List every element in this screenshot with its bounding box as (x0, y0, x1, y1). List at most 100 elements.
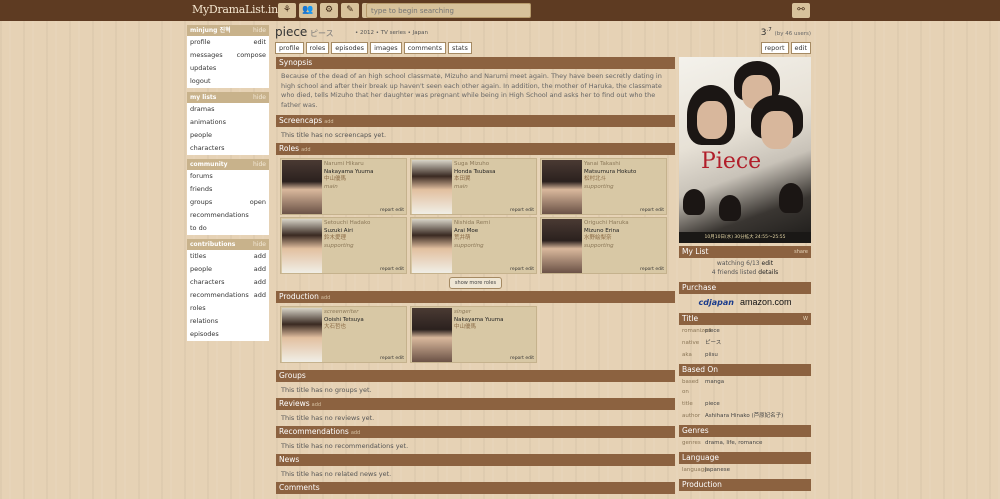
link-icon[interactable]: ⚯ (792, 3, 810, 18)
tab-episodes[interactable]: episodes (331, 42, 369, 54)
sidebar-item-animations[interactable]: animations (187, 116, 269, 129)
tab-roles[interactable]: roles (305, 42, 330, 54)
site-logo[interactable]: MyDramaList.info (192, 3, 288, 16)
tab-comments[interactable]: comments (403, 42, 446, 54)
report-edit-links[interactable]: report edit (640, 267, 664, 272)
sidebar-item-label[interactable]: people (190, 263, 212, 276)
person-photo[interactable] (412, 308, 452, 362)
sidebar-item-updates[interactable]: updates (187, 62, 269, 75)
people-icon[interactable]: 👥 (299, 3, 317, 18)
sidebar-item-label[interactable]: logout (190, 75, 211, 88)
add-link[interactable]: add (254, 289, 266, 302)
actor-name[interactable]: Suzuki Airi (324, 228, 370, 236)
add-review-link[interactable]: add (312, 402, 321, 408)
actor-photo[interactable] (542, 160, 582, 214)
character-name[interactable]: Origuchi Haruka (584, 220, 629, 228)
sidebar-item-characters[interactable]: characters (187, 142, 269, 155)
sidebar-item-todo[interactable]: to do (187, 222, 269, 235)
sidebar-item-groups[interactable]: groups open (187, 196, 269, 209)
watching-edit-link[interactable]: edit (762, 260, 774, 267)
sidebar-item-label[interactable]: recommendations (190, 289, 249, 302)
actor-photo[interactable] (282, 219, 322, 273)
sidebar-item-dramas[interactable]: dramas (187, 103, 269, 116)
tab-images[interactable]: images (370, 42, 402, 54)
sidebar-item-label[interactable]: episodes (190, 328, 219, 341)
report-edit-links[interactable]: report edit (380, 267, 404, 272)
character-name[interactable]: Yanai Takashi (584, 161, 636, 169)
actor-name[interactable]: Nakayama Yuuma (324, 169, 373, 177)
sidebar-item-label[interactable]: groups (190, 196, 212, 209)
report-edit-links[interactable]: report edit (380, 356, 404, 361)
report-edit-links[interactable]: report edit (510, 267, 534, 272)
report-button[interactable]: report (760, 42, 789, 54)
character-name[interactable]: Narumi Hikaru (324, 161, 373, 169)
actor-name[interactable]: Matsumura Hokuto (584, 169, 636, 177)
hide-toggle[interactable]: hide (253, 92, 266, 103)
edit-icon[interactable]: ✎ (341, 3, 359, 18)
sidebar-item-label[interactable]: recommendations (190, 209, 249, 222)
sidebar-item-label[interactable]: profile (190, 36, 211, 49)
edit-button[interactable]: edit (790, 42, 811, 54)
sidebar-item-label[interactable]: titles (190, 250, 206, 263)
tab-profile[interactable]: profile (275, 42, 304, 54)
titles-icon[interactable]: ⚘ (278, 3, 296, 18)
actor-photo[interactable] (412, 160, 452, 214)
amazon-logo[interactable]: amazon.com (740, 297, 792, 307)
sidebar-item-titles[interactable]: titles add (187, 250, 269, 263)
search-input[interactable] (366, 3, 531, 18)
sidebar-item-label[interactable]: relations (190, 315, 218, 328)
sidebar-item-people[interactable]: people (187, 129, 269, 142)
character-name[interactable]: Setouchi Hadako (324, 220, 370, 228)
sidebar-item-label[interactable]: animations (190, 116, 226, 129)
actor-name[interactable]: Arai Moe (454, 228, 490, 236)
sidebar-item-forums[interactable]: forums (187, 170, 269, 183)
hide-toggle[interactable]: hide (253, 159, 266, 170)
add-link[interactable]: add (254, 276, 266, 289)
actor-photo[interactable] (282, 160, 322, 214)
sidebar-item-label[interactable]: to do (190, 222, 207, 235)
friends-details-link[interactable]: details (758, 269, 778, 276)
sidebar-item-roles[interactable]: roles (187, 302, 269, 315)
sidebar-item-label[interactable]: forums (190, 170, 213, 183)
sidebar-item-label[interactable]: friends (190, 183, 212, 196)
actor-name[interactable]: Mizuno Erina (584, 228, 629, 236)
show-more-roles-button[interactable]: show more roles (448, 277, 503, 289)
add-link[interactable]: add (254, 250, 266, 263)
wikipedia-icon[interactable]: W (803, 313, 808, 325)
report-edit-links[interactable]: report edit (380, 208, 404, 213)
tab-stats[interactable]: stats (447, 42, 472, 54)
poster-image[interactable]: Piece 10月10日(水) 30分拡大 24:55〜25:55 (679, 57, 811, 243)
profile-edit-link[interactable]: edit (254, 36, 266, 49)
person-name[interactable]: Ooishi Tetsuya (324, 317, 364, 325)
sidebar-item-label[interactable]: updates (190, 62, 216, 75)
info-value[interactable]: drama, life, romance (705, 438, 762, 448)
sidebar-item-label[interactable]: dramas (190, 103, 214, 116)
actor-photo[interactable] (542, 219, 582, 273)
person-photo[interactable] (282, 308, 322, 362)
add-link[interactable]: add (254, 263, 266, 276)
add-production-link[interactable]: add (321, 295, 330, 301)
info-value[interactable]: Ashihara Hinako (芦原妃名子) (705, 411, 783, 421)
sidebar-item-recommendations[interactable]: recommendations (187, 209, 269, 222)
sidebar-item-friends[interactable]: friends (187, 183, 269, 196)
cdjapan-logo[interactable]: cdjapan (699, 298, 734, 307)
sidebar-item-label[interactable]: messages (190, 49, 223, 62)
sidebar-item-recommendations[interactable]: recommendations add (187, 289, 269, 302)
add-screencap-link[interactable]: add (324, 119, 333, 125)
sidebar-item-logout[interactable]: logout (187, 75, 269, 88)
actor-photo[interactable] (412, 219, 452, 273)
groups-open-link[interactable]: open (250, 196, 266, 209)
sidebar-item-profile[interactable]: profile edit (187, 36, 269, 49)
hide-toggle[interactable]: hide (253, 25, 266, 36)
report-edit-links[interactable]: report edit (640, 208, 664, 213)
sidebar-item-people[interactable]: people add (187, 263, 269, 276)
report-edit-links[interactable]: report edit (510, 356, 534, 361)
compose-link[interactable]: compose (237, 49, 266, 62)
hide-toggle[interactable]: hide (253, 239, 266, 250)
actor-name[interactable]: Honda Tsubasa (454, 169, 496, 177)
sidebar-item-label[interactable]: characters (190, 142, 225, 155)
settings-icon[interactable]: ⚙ (320, 3, 338, 18)
character-name[interactable]: Suga Mizuho (454, 161, 496, 169)
add-recommendation-link[interactable]: add (351, 430, 360, 436)
sidebar-item-messages[interactable]: messages compose (187, 49, 269, 62)
